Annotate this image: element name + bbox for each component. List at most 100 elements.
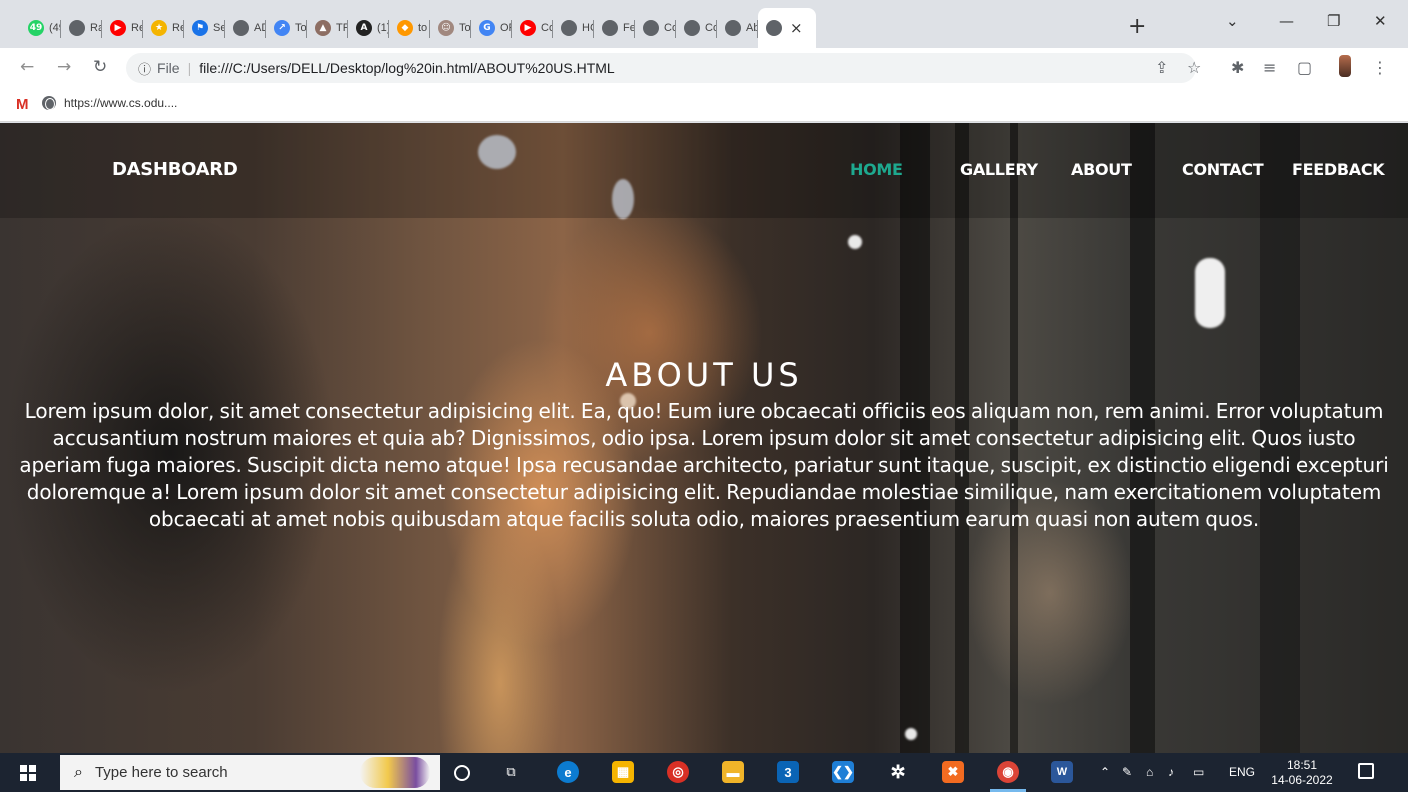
- reload-icon[interactable]: ↻: [93, 57, 107, 77]
- word-icon[interactable]: W: [1051, 761, 1073, 783]
- tab-search-icon[interactable]: ⌄: [1226, 12, 1239, 30]
- star-app-icon: ★: [151, 20, 167, 36]
- flag-icon: ⚑: [192, 20, 208, 36]
- globe-icon: [643, 20, 659, 36]
- url-text[interactable]: file:///C:/Users/DELL/Desktop/log%20in.h…: [199, 60, 614, 76]
- globe-icon: [42, 96, 56, 110]
- browser-tab[interactable]: ▲ TR: [307, 8, 348, 48]
- extensions-icon[interactable]: ✱: [1231, 58, 1244, 77]
- bookmarks-bar: M https://www.cs.odu....: [0, 88, 1408, 122]
- address-divider: |: [187, 60, 192, 76]
- xampp-icon[interactable]: ✖: [942, 761, 964, 783]
- profile-avatar[interactable]: [1339, 55, 1351, 77]
- network-icon[interactable]: ⌂: [1146, 765, 1153, 779]
- browser-tab[interactable]: GOF: [471, 8, 512, 48]
- building-icon: ▲: [315, 20, 331, 36]
- browser-tab[interactable]: ▶ Re: [102, 8, 143, 48]
- clock-time: 18:51: [1286, 758, 1318, 772]
- new-tab-button[interactable]: +: [1128, 16, 1146, 38]
- globe-icon: [561, 20, 577, 36]
- browser-tab[interactable]: ▶ Co: [512, 8, 553, 48]
- search-icon: ⌕: [74, 763, 83, 781]
- globe-icon: [602, 20, 618, 36]
- taskbar-clock[interactable]: 18:51 14-06-2022: [1266, 758, 1338, 788]
- letter-a-icon: A: [356, 20, 372, 36]
- chrome-icon[interactable]: ◉: [997, 761, 1019, 783]
- cortana-icon[interactable]: [454, 765, 470, 781]
- nav-link-feedback[interactable]: FEEDBACK: [1292, 160, 1385, 179]
- bg-decor: [1195, 258, 1225, 328]
- browser-tab[interactable]: Ra: [61, 8, 102, 48]
- browser-tab[interactable]: ☺ To: [430, 8, 471, 48]
- globe-icon: [766, 20, 782, 36]
- nav-link-gallery[interactable]: GALLERY: [960, 160, 1038, 179]
- language-indicator[interactable]: ENG: [1229, 765, 1255, 779]
- browser-tab[interactable]: 49(49: [20, 8, 61, 48]
- task-view-icon[interactable]: ⧉: [500, 761, 522, 783]
- browser-tab[interactable]: ⚑ Se: [184, 8, 225, 48]
- nav-link-contact[interactable]: CONTACT: [1182, 160, 1264, 179]
- menu-icon[interactable]: ⋮: [1372, 58, 1388, 77]
- tray-chevron-icon[interactable]: ⌃: [1100, 765, 1110, 779]
- nav-link-about[interactable]: ABOUT: [1071, 160, 1132, 179]
- edge-icon[interactable]: e: [557, 761, 579, 783]
- whatsapp-icon: 49: [28, 20, 44, 36]
- trend-icon: ↗: [274, 20, 290, 36]
- browser-tab[interactable]: AD: [225, 8, 266, 48]
- globe-icon: [684, 20, 700, 36]
- reading-list-icon[interactable]: ≡: [1263, 58, 1276, 77]
- scheme-label: File: [157, 60, 180, 76]
- browser-tab[interactable]: Co: [635, 8, 676, 48]
- browser-tab[interactable]: Fe: [594, 8, 635, 48]
- globe-icon: [725, 20, 741, 36]
- globe-icon: [69, 20, 85, 36]
- bookmark-star-icon[interactable]: ☆: [1187, 58, 1201, 77]
- minimize-icon[interactable]: —: [1279, 12, 1294, 30]
- windows-start-icon[interactable]: [20, 765, 36, 781]
- side-panel-icon[interactable]: ▢: [1297, 58, 1312, 77]
- notification-center-icon[interactable]: [1358, 763, 1374, 779]
- browser-tab-active[interactable]: ×: [758, 8, 816, 48]
- file-explorer-icon[interactable]: ▬: [722, 761, 744, 783]
- settings-gear-icon[interactable]: ✲: [887, 761, 909, 783]
- bg-decor: [848, 235, 862, 249]
- share-icon[interactable]: ⇪: [1155, 58, 1168, 77]
- nav-link-home[interactable]: HOME: [850, 160, 903, 179]
- store-icon[interactable]: ▦: [612, 761, 634, 783]
- browser-tab[interactable]: ↗ To: [266, 8, 307, 48]
- search-placeholder: Type here to search: [94, 764, 228, 781]
- browser-tab[interactable]: ◆ to: [389, 8, 430, 48]
- restore-icon[interactable]: ❐: [1327, 12, 1340, 30]
- pen-icon[interactable]: ✎: [1122, 765, 1132, 779]
- avatar-icon: ☺: [438, 20, 454, 36]
- windows-taskbar: ⌕ Type here to search ⧉ e ▦ ◎ ▬ 3 ❮❯ ✲ ✖…: [0, 753, 1408, 792]
- globe-icon: [233, 20, 249, 36]
- chrome-alt-icon[interactable]: ◎: [667, 761, 689, 783]
- vscode-icon[interactable]: ❮❯: [832, 761, 854, 783]
- site-info-icon[interactable]: ⓘ: [138, 59, 151, 78]
- browser-tab[interactable]: A(1): [348, 8, 389, 48]
- browser-tab[interactable]: HC: [553, 8, 594, 48]
- browser-tab[interactable]: Ab: [717, 8, 758, 48]
- browser-toolbar: ← → ↻ ⓘ File | file:///C:/Users/DELL/Des…: [0, 48, 1408, 88]
- browser-tab[interactable]: ★ Re: [143, 8, 184, 48]
- battery-icon[interactable]: ▭: [1193, 765, 1204, 779]
- browser-tab[interactable]: Co: [676, 8, 717, 48]
- search-highlight-icon[interactable]: [360, 757, 430, 788]
- bookmark-item[interactable]: https://www.cs.odu....: [42, 96, 177, 110]
- close-window-icon[interactable]: ✕: [1374, 12, 1387, 30]
- youtube-icon: ▶: [520, 20, 536, 36]
- address-bar[interactable]: ⓘ File | file:///C:/Users/DELL/Desktop/l…: [126, 53, 1196, 83]
- page-title: ABOUT US: [605, 356, 803, 394]
- mail-icon[interactable]: 3: [777, 761, 799, 783]
- back-icon[interactable]: ←: [20, 57, 34, 77]
- forward-icon[interactable]: →: [57, 57, 71, 77]
- gmail-icon[interactable]: M: [16, 96, 29, 113]
- site-brand[interactable]: DASHBOARD: [112, 159, 238, 180]
- site-navbar: DASHBOARD HOME GALLERY ABOUT CONTACT FEE…: [0, 123, 1408, 218]
- volume-icon[interactable]: ♪: [1168, 765, 1174, 779]
- youtube-icon: ▶: [110, 20, 126, 36]
- tab-close-icon[interactable]: ×: [790, 19, 803, 37]
- page-viewport: DASHBOARD HOME GALLERY ABOUT CONTACT FEE…: [0, 123, 1408, 753]
- bookmark-label: https://www.cs.odu....: [64, 96, 178, 110]
